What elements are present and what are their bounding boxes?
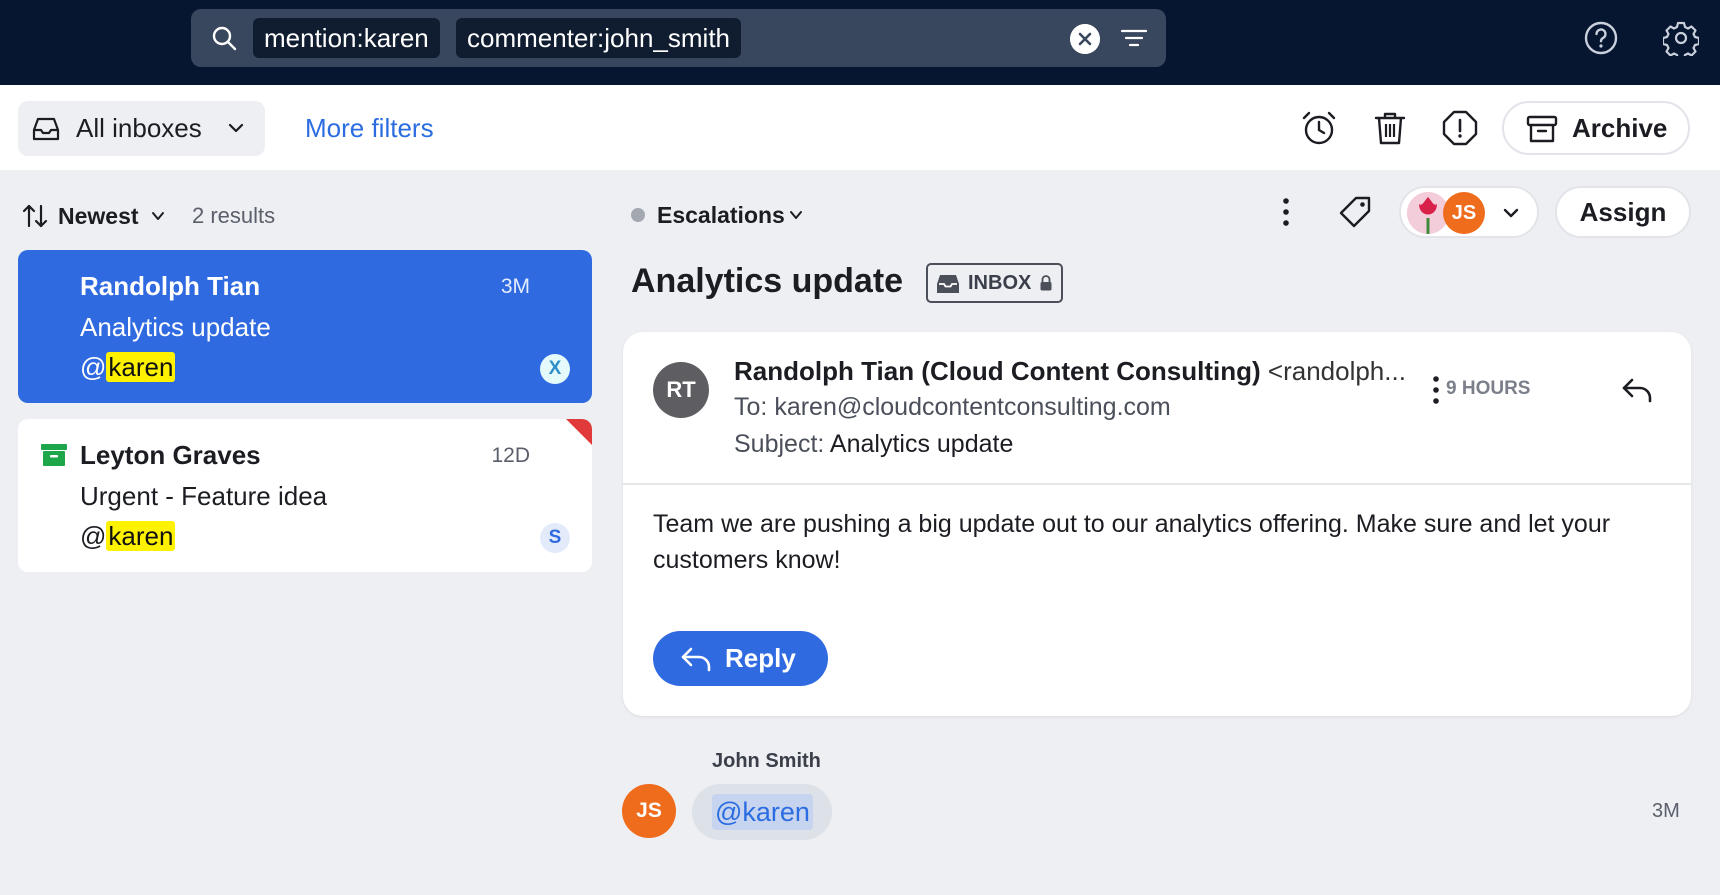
more-filters-link[interactable]: More filters	[305, 101, 434, 156]
inbox-badge-label: INBOX	[968, 272, 1032, 294]
reply-button[interactable]: Reply	[653, 631, 828, 686]
mention-highlight: karen	[106, 352, 176, 382]
comment-bubble: @karen	[692, 784, 832, 840]
mention-link[interactable]: @karen	[712, 794, 813, 830]
assign-button[interactable]: Assign	[1555, 186, 1691, 238]
chevron-down-icon	[228, 123, 244, 133]
results-count: 2 results	[192, 203, 276, 228]
filter-icon[interactable]	[1120, 25, 1148, 51]
search-icon	[212, 26, 237, 51]
chevron-down-icon[interactable]	[150, 208, 166, 224]
message-card: RT Randolph Tian (Cloud Content Consulti…	[623, 332, 1691, 716]
archive-box-icon	[1526, 115, 1558, 143]
avatar: JS	[622, 784, 676, 838]
snooze-alarm-icon[interactable]	[1300, 109, 1338, 147]
assignee-badge: S	[540, 523, 570, 553]
reply-arrow-icon	[681, 647, 711, 672]
inbox-selector[interactable]: All inboxes	[18, 101, 265, 156]
tag-status-dot	[631, 208, 645, 222]
message-subject: Subject: Analytics update	[734, 430, 1014, 458]
reply-button-label: Reply	[725, 643, 796, 673]
conversation-time: 3M	[500, 275, 530, 298]
filter-toolbar: All inboxes More filters Archive	[0, 85, 1720, 170]
trash-icon[interactable]	[1371, 109, 1409, 147]
search-chip-commenter[interactable]: commenter:john_smith	[456, 18, 741, 58]
tag-icon[interactable]	[1338, 195, 1372, 229]
help-icon[interactable]	[1583, 20, 1619, 56]
search-bar[interactable]: mention:karen commenter:john_smith	[191, 9, 1166, 67]
sender-name: Leyton Graves	[80, 440, 261, 470]
tag-selector[interactable]: Escalations	[657, 198, 785, 232]
inbox-selector-label: All inboxes	[76, 113, 202, 143]
archive-button-label: Archive	[1572, 113, 1668, 143]
reply-arrow-icon[interactable]	[1621, 376, 1653, 404]
assignee-badge: X	[540, 354, 570, 384]
inbox-badge[interactable]: INBOX	[926, 263, 1063, 303]
conversation-subject: Urgent - Feature idea	[80, 481, 328, 511]
flag-corner-marker	[566, 419, 592, 445]
conversation-title: Analytics update	[631, 262, 904, 300]
more-options-icon[interactable]	[1281, 196, 1291, 228]
chevron-down-icon[interactable]	[788, 207, 804, 223]
archive-button[interactable]: Archive	[1502, 101, 1690, 155]
comment-author: John Smith	[712, 750, 821, 772]
sender-name: Randolph Tian (Cloud Content Consulting)	[734, 356, 1261, 386]
mention-text: @karen	[80, 352, 176, 382]
sort-selector[interactable]: Newest	[58, 200, 139, 232]
message-more-options-icon[interactable]	[1431, 374, 1441, 406]
message-body: Team we are pushing a big update out to …	[653, 510, 1611, 574]
conversation-time: 12D	[491, 444, 530, 467]
sender-email: <randolph...	[1267, 356, 1406, 386]
conversation-list-item[interactable]: Randolph Tian Analytics update @karen 3M…	[18, 250, 592, 403]
mention-text: @karen	[80, 521, 176, 551]
search-chip-mention[interactable]: mention:karen	[253, 18, 440, 58]
inbox-tray-icon	[937, 275, 959, 293]
chevron-down-icon	[1503, 208, 1519, 218]
spam-warning-icon[interactable]	[1441, 109, 1479, 147]
sender-name: Randolph Tian	[80, 271, 261, 301]
message-time: 9 HOURS	[1446, 378, 1531, 399]
sort-arrows-icon[interactable]	[22, 203, 48, 229]
conversation-list-item[interactable]: Leyton Graves Urgent - Feature idea @kar…	[18, 419, 592, 572]
settings-gear-icon[interactable]	[1663, 20, 1699, 56]
avatar: JS	[1443, 192, 1485, 234]
message-from: Randolph Tian (Cloud Content Consulting)…	[734, 356, 1414, 387]
inbox-tray-icon	[32, 117, 60, 141]
top-bar: mention:karen commenter:john_smith	[0, 0, 1720, 85]
message-recipient: To: karen@cloudcontentconsulting.com	[734, 393, 1171, 421]
assignee-selector[interactable]: JS	[1399, 186, 1539, 238]
comment-time: 3M	[1652, 800, 1680, 822]
avatar: RT	[653, 362, 709, 418]
mention-highlight: karen	[106, 521, 176, 551]
divider	[623, 483, 1691, 485]
lock-icon	[1040, 275, 1052, 291]
archived-icon	[41, 444, 67, 466]
clear-search-icon[interactable]	[1070, 24, 1100, 54]
conversation-subject: Analytics update	[80, 312, 271, 342]
